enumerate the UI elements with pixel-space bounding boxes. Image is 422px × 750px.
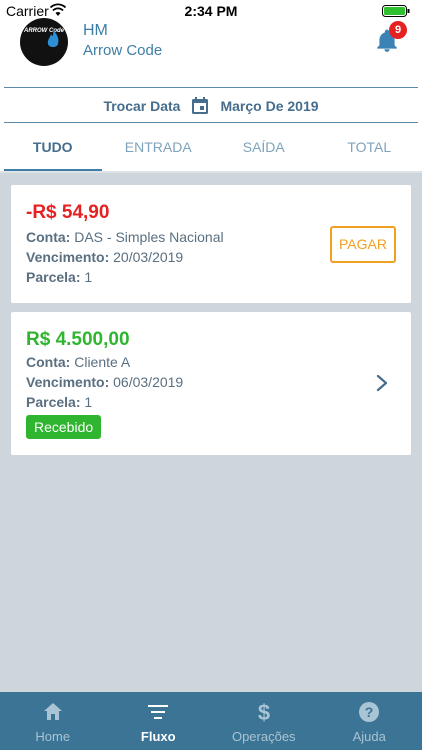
svg-text:?: ?: [365, 704, 374, 720]
account-line: Conta: DAS - Simples Nacional: [26, 229, 224, 245]
account-value: Cliente A: [74, 354, 131, 370]
status-bar: Carrier 2:34 PM: [0, 0, 422, 22]
filter-tabs: TUDO ENTRADA SAÍDA TOTAL: [0, 126, 422, 171]
app-header: ARROW Code HM Arrow Code 9: [0, 18, 422, 85]
home-icon: [43, 703, 62, 720]
due-date-line: Vencimento: 06/03/2019: [26, 374, 183, 390]
transaction-card[interactable]: -R$ 54,90 Conta: DAS - Simples Nacional …: [11, 185, 411, 303]
change-date-label: Trocar Data: [103, 98, 181, 114]
account-value: DAS - Simples Nacional: [74, 229, 224, 245]
transaction-card[interactable]: R$ 4.500,00 Conta: Cliente A Vencimento:…: [11, 312, 411, 455]
bottom-navigation: Home Fluxo $ Operações ? Ajuda: [0, 692, 422, 750]
avatar-logo-text: ARROW Code: [24, 28, 64, 34]
divider: [4, 87, 418, 88]
due-date-line: Vencimento: 20/03/2019: [26, 249, 183, 265]
tab-total[interactable]: TOTAL: [317, 126, 422, 171]
due-date-label: Vencimento:: [26, 374, 110, 390]
nav-ajuda[interactable]: ? Ajuda: [317, 692, 422, 750]
date-picker[interactable]: Trocar Data Março De 2019: [0, 91, 422, 121]
installment-value: 1: [84, 394, 93, 410]
account-label: Conta:: [26, 229, 71, 245]
status-badge: Recebido: [26, 415, 102, 439]
due-date-label: Vencimento:: [26, 249, 110, 265]
installment-label: Parcela:: [26, 394, 81, 410]
nav-home[interactable]: Home: [0, 692, 106, 750]
calendar-icon: [192, 97, 209, 114]
installment-line: Parcela: 1: [26, 269, 92, 285]
nav-operacoes-label: Operações: [231, 729, 296, 744]
due-date-value: 06/03/2019: [113, 374, 184, 390]
chevron-right-icon[interactable]: [375, 374, 389, 392]
nav-operacoes[interactable]: $ Operações: [211, 692, 317, 750]
tab-entrada[interactable]: ENTRADA: [106, 126, 212, 171]
account-line: Conta: Cliente A: [26, 354, 130, 370]
dollar-icon: $: [258, 701, 270, 723]
clock: 2:34 PM: [184, 3, 238, 19]
notification-badge: 9: [389, 21, 407, 39]
transaction-amount: R$ 4.500,00: [26, 329, 130, 350]
tab-tudo[interactable]: TUDO: [0, 126, 106, 171]
tab-saida[interactable]: SAÍDA: [211, 126, 317, 171]
nav-fluxo[interactable]: Fluxo: [106, 692, 212, 750]
due-date-value: 20/03/2019: [113, 249, 184, 265]
account-label: Conta:: [26, 354, 71, 370]
list-icon: [148, 705, 169, 719]
divider: [4, 122, 418, 123]
transaction-amount: -R$ 54,90: [26, 202, 110, 223]
installment-label: Parcela:: [26, 269, 81, 285]
company-name: Arrow Code: [83, 42, 163, 59]
nav-fluxo-label: Fluxo: [140, 729, 176, 744]
avatar[interactable]: ARROW Code: [20, 18, 68, 66]
flame-icon: [47, 28, 59, 47]
svg-text:$: $: [258, 701, 270, 723]
user-initials: HM: [83, 22, 108, 39]
pay-button[interactable]: PAGAR: [330, 226, 396, 263]
installment-value: 1: [84, 269, 93, 285]
nav-home-label: Home: [35, 729, 71, 744]
nav-ajuda-label: Ajuda: [352, 729, 386, 744]
battery-icon: [382, 5, 410, 17]
selected-month: Março De 2019: [220, 98, 319, 114]
help-icon: ?: [359, 702, 380, 722]
tabs-shadow: [0, 171, 422, 173]
installment-line: Parcela: 1: [26, 394, 92, 410]
